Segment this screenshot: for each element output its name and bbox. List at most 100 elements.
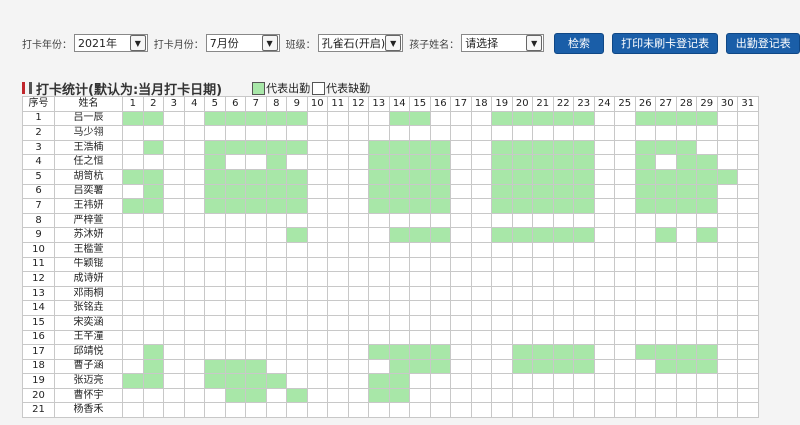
- attendance-cell-absent: [491, 125, 513, 141]
- attendance-cell-absent: [470, 329, 492, 346]
- attendance-cell-absent: [532, 256, 554, 273]
- attendance-cell-absent: [716, 183, 738, 200]
- attendance-register-button[interactable]: 出勤登记表: [726, 32, 800, 54]
- search-button[interactable]: 检索: [554, 32, 604, 54]
- attendance-cell-present: [388, 198, 410, 214]
- attendance-cell-absent: [204, 402, 226, 419]
- attendance-cell-present: [245, 183, 267, 200]
- attendance-cell-absent: [614, 329, 636, 346]
- attendance-cell-absent: [347, 125, 369, 141]
- attendance-cell-absent: [388, 329, 410, 346]
- attendance-cell-absent: [614, 300, 636, 316]
- attendance-cell-absent: [183, 271, 205, 287]
- attendance-cell-absent: [655, 271, 677, 287]
- attendance-cell-absent: [573, 387, 595, 404]
- day-header: 22: [552, 96, 574, 112]
- attendance-cell-absent: [183, 402, 205, 419]
- day-header: 1: [122, 96, 144, 112]
- attendance-cell-present: [532, 358, 554, 375]
- attendance-cell-absent: [573, 241, 595, 258]
- attendance-cell-absent: [347, 212, 369, 229]
- attendance-cell-present: [655, 110, 677, 127]
- attendance-cell-present: [368, 154, 390, 170]
- table-row: 7 王祎妍: [22, 198, 759, 214]
- attendance-cell-present: [368, 344, 390, 360]
- column-header-name: 姓名: [54, 96, 123, 112]
- attendance-cell-present: [265, 139, 287, 156]
- row-number: 15: [22, 314, 55, 331]
- attendance-cell-absent: [327, 256, 349, 273]
- attendance-cell-absent: [470, 373, 492, 389]
- attendance-cell-present: [224, 198, 246, 214]
- attendance-cell-absent: [286, 285, 308, 302]
- attendance-cell-absent: [245, 314, 267, 331]
- child-name: 曹怀宇: [54, 387, 123, 404]
- year-label: 打卡年份：: [22, 39, 72, 51]
- attendance-cell-present: [204, 373, 226, 389]
- attendance-cell-absent: [163, 154, 185, 170]
- attendance-cell-absent: [737, 329, 759, 346]
- attendance-cell-absent: [327, 314, 349, 331]
- attendance-cell-absent: [163, 125, 185, 141]
- month-select[interactable]: 7月份 ▼: [205, 34, 280, 52]
- attendance-cell-absent: [655, 285, 677, 302]
- attendance-cell-absent: [716, 344, 738, 360]
- attendance-cell-absent: [204, 387, 226, 404]
- print-missing-button[interactable]: 打印未刷卡登记表: [611, 32, 719, 54]
- attendance-cell-absent: [327, 344, 349, 360]
- year-select-value: 2021年: [78, 37, 117, 50]
- attendance-cell-absent: [265, 212, 287, 229]
- child-label: 孩子姓名：: [409, 39, 460, 51]
- attendance-cell-absent: [532, 125, 554, 141]
- attendance-cell-absent: [245, 285, 267, 302]
- child-name: 苏沐妍: [54, 227, 123, 243]
- attendance-cell-absent: [470, 198, 492, 214]
- child-name: 王槛萱: [54, 241, 123, 258]
- attendance-cell-absent: [163, 387, 185, 404]
- attendance-cell-absent: [593, 139, 615, 156]
- attendance-cell-present: [552, 344, 574, 360]
- attendance-cell-absent: [450, 373, 472, 389]
- attendance-cell-absent: [409, 373, 431, 389]
- class-select[interactable]: 孔雀石(开启) ▼: [317, 34, 404, 52]
- row-number: 1: [22, 110, 55, 127]
- row-number: 7: [22, 198, 55, 214]
- attendance-cell-present: [511, 344, 533, 360]
- attendance-cell-absent: [450, 183, 472, 200]
- attendance-cell-absent: [183, 285, 205, 302]
- attendance-cell-absent: [347, 344, 369, 360]
- attendance-cell-absent: [347, 198, 369, 214]
- attendance-cell-absent: [429, 110, 451, 127]
- attendance-cell-absent: [163, 212, 185, 229]
- attendance-cell-absent: [183, 373, 205, 389]
- day-header: 13: [368, 96, 390, 112]
- attendance-cell-absent: [573, 329, 595, 346]
- attendance-cell-present: [573, 110, 595, 127]
- day-header: 15: [409, 96, 431, 112]
- attendance-cell-present: [204, 358, 226, 375]
- child-name: 王浩楠: [54, 139, 123, 156]
- attendance-cell-absent: [737, 271, 759, 287]
- attendance-cell-absent: [245, 329, 267, 346]
- attendance-cell-absent: [224, 314, 246, 331]
- attendance-cell-absent: [511, 125, 533, 141]
- day-header: 30: [716, 96, 738, 112]
- attendance-cell-absent: [552, 212, 574, 229]
- attendance-cell-absent: [511, 329, 533, 346]
- year-select[interactable]: 2021年 ▼: [74, 34, 148, 52]
- attendance-cell-present: [409, 154, 431, 170]
- attendance-cell-absent: [491, 285, 513, 302]
- table-row: 4 任之恒: [22, 154, 759, 170]
- child-name: 张铭垚: [54, 300, 123, 316]
- attendance-cell-absent: [552, 314, 574, 331]
- child-select[interactable]: 请选择 ▼: [461, 34, 545, 52]
- table-row: 11 牛颖锟: [22, 256, 759, 273]
- attendance-cell-absent: [532, 387, 554, 404]
- attendance-cell-present: [388, 227, 410, 243]
- attendance-cell-present: [511, 227, 533, 243]
- attendance-cell-absent: [286, 271, 308, 287]
- attendance-cell-absent: [716, 110, 738, 127]
- attendance-cell-present: [655, 168, 677, 185]
- attendance-cell-absent: [470, 300, 492, 316]
- child-name: 吕奕薯: [54, 183, 123, 200]
